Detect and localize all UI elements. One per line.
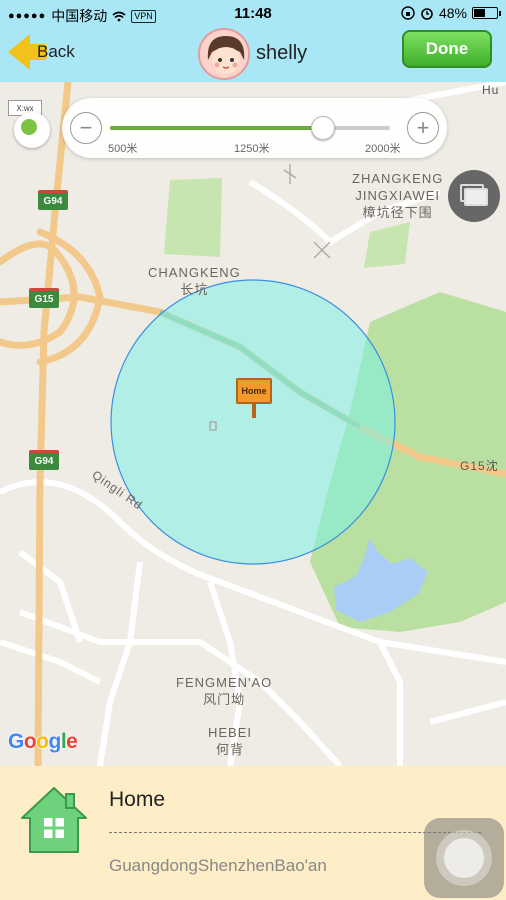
house-icon (21, 787, 87, 853)
home-marker-sign: Home (236, 378, 272, 404)
map-layers-button[interactable] (448, 170, 500, 222)
done-button[interactable]: Done (402, 30, 492, 68)
location-dot-icon (21, 119, 37, 135)
road-label-hu: Hu (482, 83, 500, 97)
girl-avatar-icon (200, 30, 248, 78)
place-label-hebei: HEBEI 何背 (208, 725, 253, 757)
assistive-touch-button[interactable] (424, 818, 504, 898)
road-badge-g94: G94 (29, 450, 59, 470)
home-marker[interactable]: Home (236, 378, 272, 418)
alarm-icon (421, 8, 433, 20)
back-button[interactable]: Back (8, 34, 75, 70)
radius-slider-thumb[interactable] (310, 116, 335, 140)
back-label: Back (37, 42, 75, 61)
status-right: 48% (401, 5, 501, 21)
location-title: Home (109, 788, 166, 811)
park-area (364, 222, 410, 268)
location-address: GuangdongShenzhenBao'an (109, 856, 327, 875)
road-badge-g94: G94 (38, 190, 68, 210)
map-view[interactable]: X:wx − 500米 1250米 2000米 + G94 G15 G94 CH… (0, 82, 506, 766)
increase-radius-button[interactable]: + (407, 112, 439, 144)
radius-tick-mid: 1250米 (234, 143, 270, 155)
decrease-radius-button[interactable]: − (70, 112, 102, 144)
road-badge-g15: G15 (29, 288, 59, 308)
battery-percent: 48% (438, 5, 467, 21)
radius-slider-track[interactable] (110, 116, 390, 140)
locate-me-button[interactable] (14, 112, 50, 148)
geofence-circle (110, 279, 396, 565)
battery-icon (472, 7, 501, 19)
status-bar: ●●●●● 中国移动 VPN 11:48 48% (0, 0, 506, 28)
back-arrow-icon (8, 34, 30, 70)
rotation-lock-icon (401, 6, 415, 20)
nav-bar: Back shelly Done (0, 28, 506, 82)
radius-slider-panel: − 500米 1250米 2000米 + (62, 98, 447, 158)
road-label-g15: G15沈 (460, 459, 499, 473)
location-info-panel: Home GuangdongShenzhenBao'an (0, 766, 506, 900)
radius-slider-fill (110, 126, 323, 130)
place-label-fengmenao: FENGMEN'AO 风门坳 (176, 675, 273, 707)
user-name: shelly (256, 42, 308, 64)
place-label-zhangkeng: ZHANGKENG JINGXIAWEI 樟坑径下围 (352, 171, 444, 220)
avatar[interactable] (198, 28, 250, 80)
park-area (164, 178, 222, 257)
place-label-changkeng: CHANGKENG 长坑 (148, 265, 241, 297)
radius-tick-min: 500米 (108, 143, 138, 155)
radius-tick-max: 2000米 (365, 143, 401, 155)
google-logo: Google (8, 730, 78, 753)
home-marker-pole (252, 404, 256, 418)
